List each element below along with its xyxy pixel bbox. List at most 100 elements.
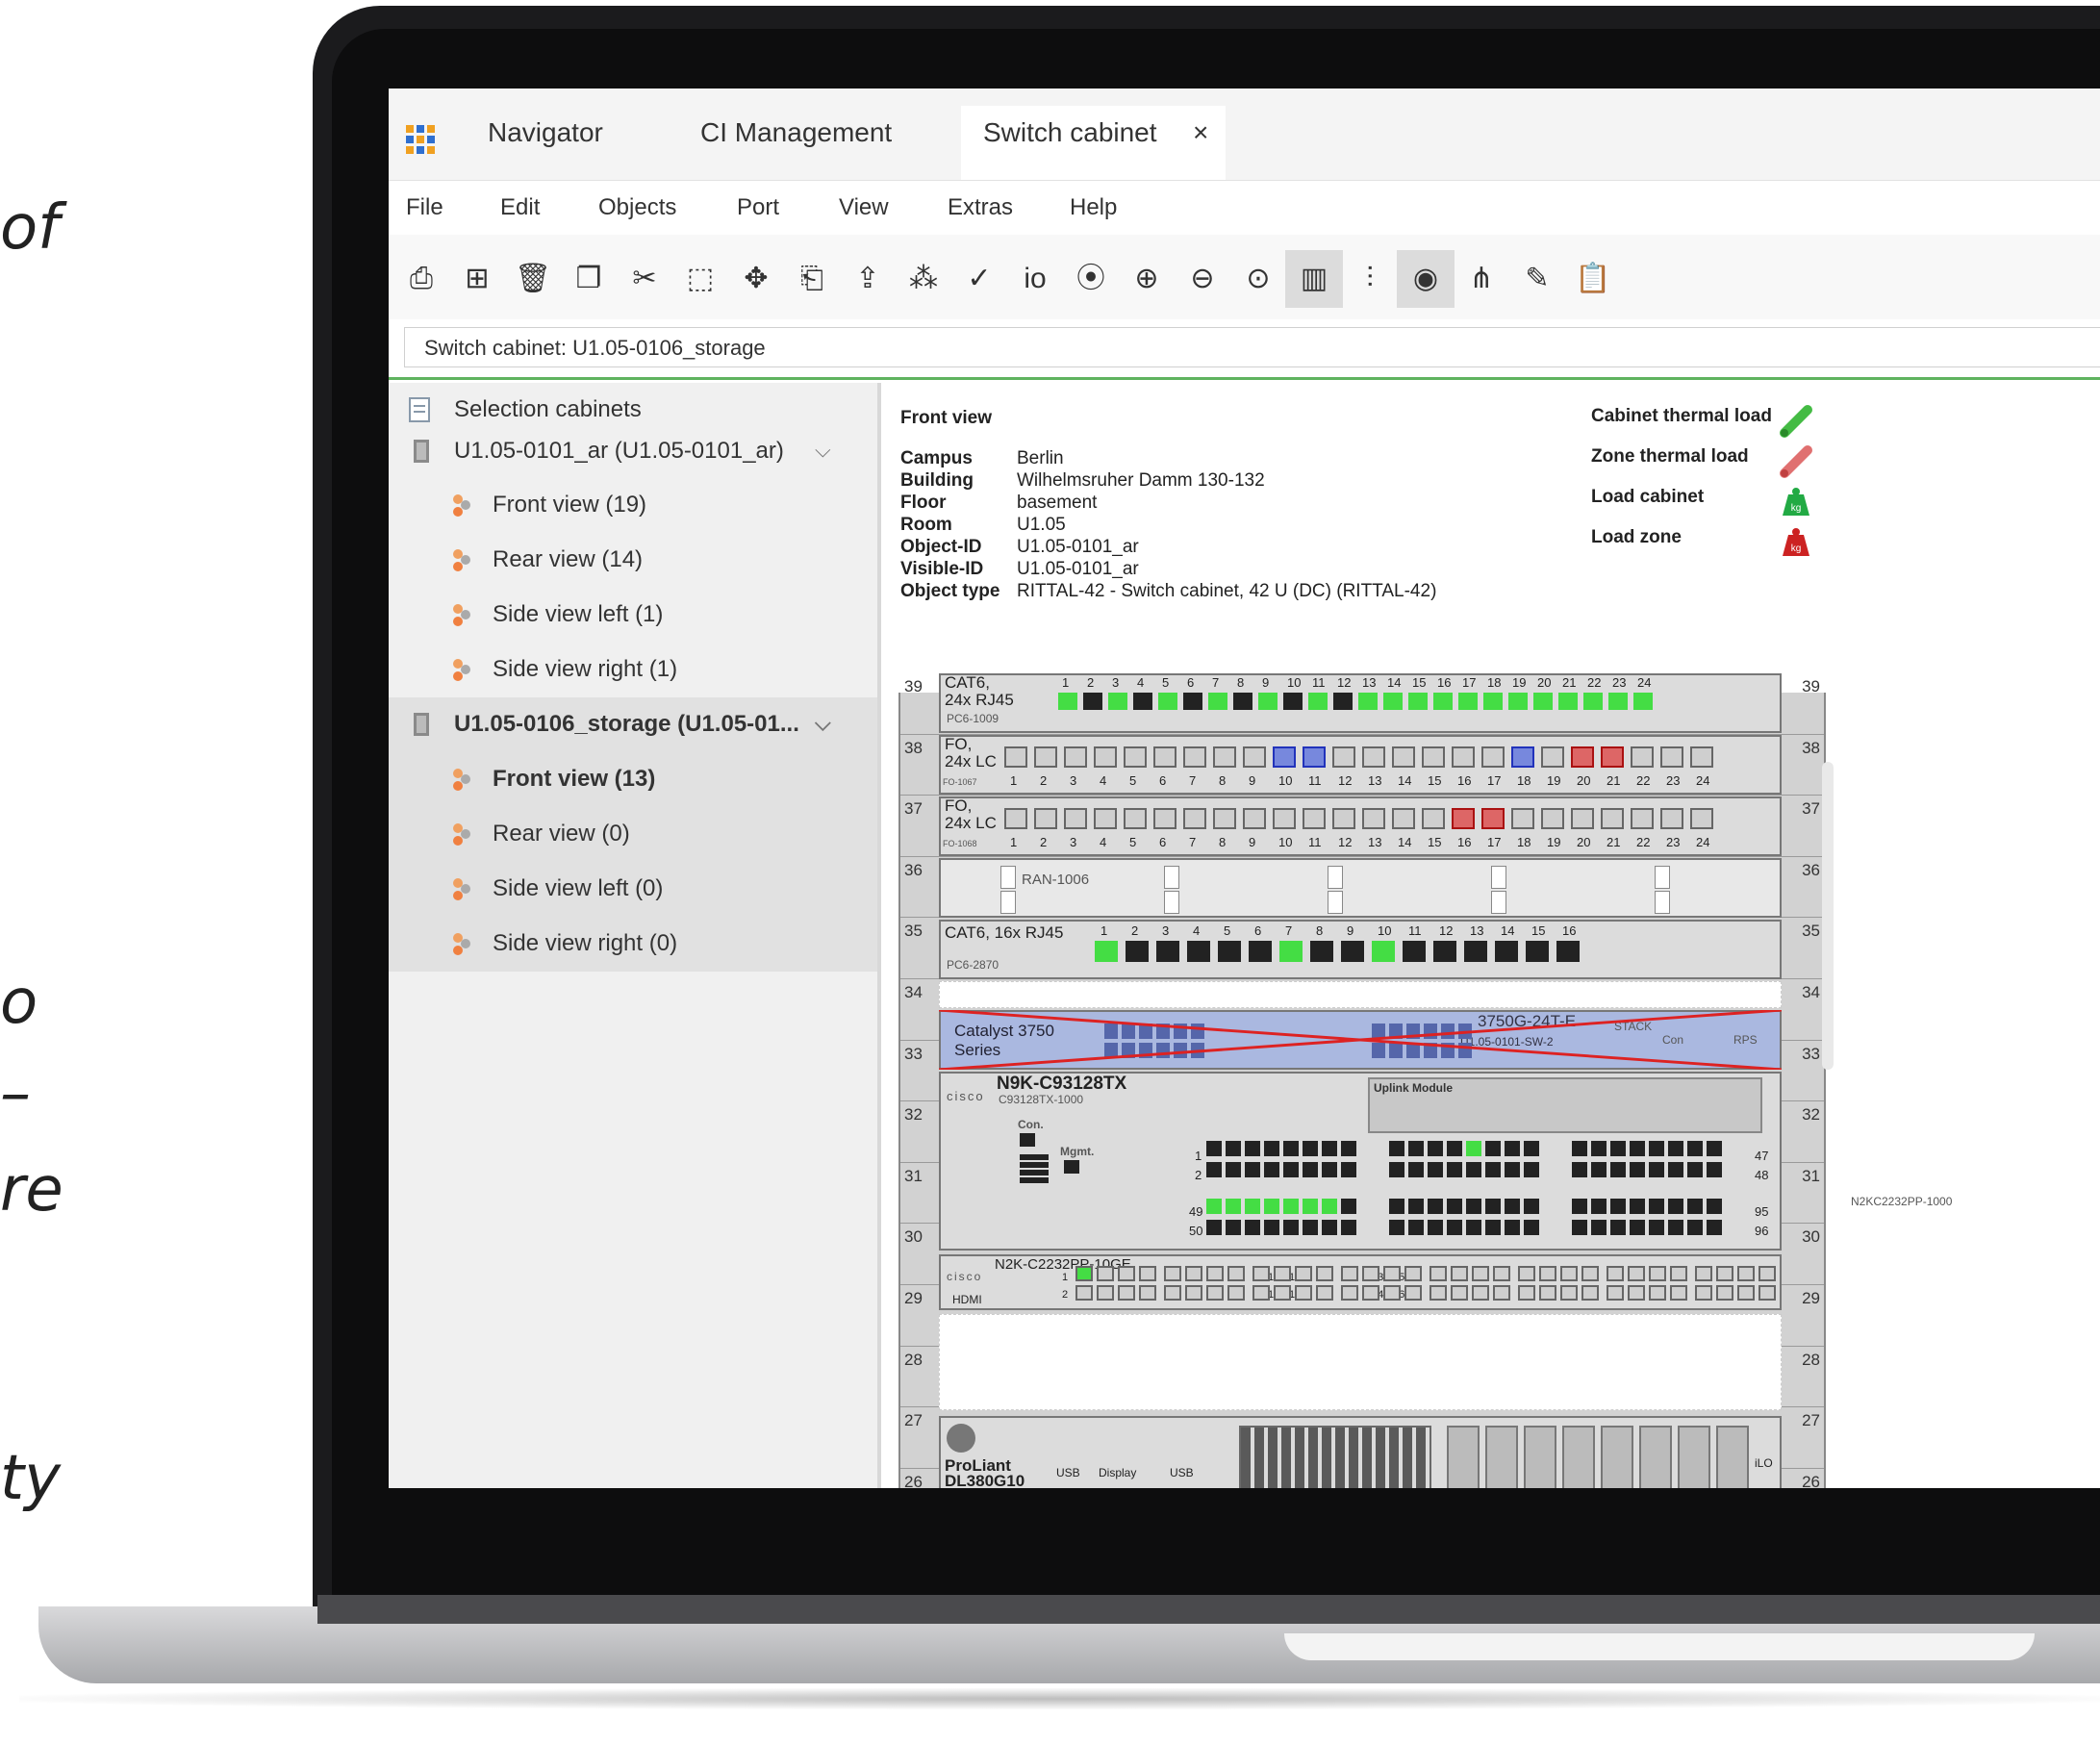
sfp-port[interactable]: [1607, 1266, 1624, 1281]
switch-port[interactable]: [1485, 1220, 1501, 1235]
switch-port[interactable]: [1389, 1141, 1404, 1156]
switch-port[interactable]: [1630, 1162, 1645, 1177]
rj45-port[interactable]: [1133, 693, 1152, 710]
select-icon[interactable]: ⬚: [671, 250, 729, 308]
switch-port[interactable]: [1322, 1162, 1337, 1177]
rj45-port[interactable]: [1183, 693, 1202, 710]
rj45-port[interactable]: [1310, 941, 1333, 962]
sfp-port[interactable]: [1649, 1266, 1666, 1281]
lc-port[interactable]: [1243, 808, 1266, 829]
switch-port[interactable]: [1572, 1220, 1587, 1235]
rj45-port[interactable]: [1208, 693, 1227, 710]
switch-port[interactable]: [1572, 1141, 1587, 1156]
switch-port[interactable]: [1264, 1141, 1279, 1156]
switch-port[interactable]: [1572, 1199, 1587, 1214]
switch-port[interactable]: [1485, 1141, 1501, 1156]
switch-port[interactable]: [1687, 1141, 1703, 1156]
sfp-port[interactable]: [1341, 1285, 1358, 1301]
lc-port[interactable]: [1422, 808, 1445, 829]
drive-bay[interactable]: [1485, 1426, 1518, 1488]
sfp-port[interactable]: [1737, 1285, 1755, 1301]
lc-port[interactable]: [1034, 808, 1057, 829]
sfp-port[interactable]: [1164, 1285, 1181, 1301]
switch-port[interactable]: [1707, 1199, 1722, 1214]
cables-icon[interactable]: ⫶: [1341, 250, 1399, 308]
rj45-port[interactable]: [1341, 941, 1364, 962]
cisco-n9k-switch[interactable]: cisco N9K-C93128TX C93128TX-1000 Uplink Mod…: [939, 1072, 1782, 1251]
lc-port[interactable]: [1571, 746, 1594, 768]
sfp-port[interactable]: [1649, 1285, 1666, 1301]
lc-port[interactable]: [1541, 746, 1564, 768]
switch-port[interactable]: [1206, 1141, 1222, 1156]
rj45-port[interactable]: [1633, 693, 1653, 710]
switch-port[interactable]: [1649, 1220, 1664, 1235]
switch-port[interactable]: [1610, 1199, 1626, 1214]
switch-port[interactable]: [1591, 1220, 1607, 1235]
clipboard-icon[interactable]: 📋: [1564, 250, 1622, 308]
sfp-port[interactable]: [1075, 1266, 1093, 1281]
sfp-port[interactable]: [1628, 1266, 1645, 1281]
switch-port[interactable]: [1466, 1162, 1481, 1177]
lc-port[interactable]: [1273, 808, 1296, 829]
menu-help[interactable]: Help: [1070, 194, 1117, 221]
group-icon[interactable]: ⁂: [895, 250, 952, 308]
switch-port[interactable]: [1591, 1199, 1607, 1214]
switch-port[interactable]: [1447, 1162, 1462, 1177]
zoom-fit-icon[interactable]: ⊙: [1229, 250, 1287, 308]
sfp-port[interactable]: [1097, 1266, 1114, 1281]
menu-file[interactable]: File: [406, 194, 443, 221]
lc-port[interactable]: [1601, 746, 1624, 768]
switch-port[interactable]: [1245, 1141, 1260, 1156]
sfp-port[interactable]: [1539, 1285, 1556, 1301]
rj45-port[interactable]: [1258, 693, 1278, 710]
sfp-port[interactable]: [1581, 1266, 1599, 1281]
zoom-out-icon[interactable]: ⊖: [1174, 250, 1231, 308]
switch-port[interactable]: [1303, 1220, 1318, 1235]
usb-port[interactable]: [1020, 1162, 1049, 1168]
lc-port[interactable]: [1004, 746, 1027, 768]
drive-bay[interactable]: [1639, 1426, 1672, 1488]
export-icon[interactable]: ⇪: [839, 250, 897, 308]
sfp-port[interactable]: [1206, 1266, 1224, 1281]
sfp-port[interactable]: [1404, 1266, 1422, 1281]
tab-navigator[interactable]: Navigator: [488, 117, 603, 148]
cut-icon[interactable]: ✂: [616, 250, 673, 308]
switch-port[interactable]: [1389, 1199, 1404, 1214]
drive-bay[interactable]: [1601, 1426, 1633, 1488]
switch-port[interactable]: [1505, 1220, 1520, 1235]
switch-port[interactable]: [1466, 1199, 1481, 1214]
switch-port[interactable]: [1264, 1199, 1279, 1214]
sfp-port[interactable]: [1628, 1285, 1645, 1301]
patch-panel-fiber-24[interactable]: FO, 24x LC FO-1068 1 2 3 4 5 6 7 8 9 10 11 12 13 14 15 16 1…: [939, 796, 1782, 856]
tree-view-item[interactable]: Side view right (0): [389, 917, 877, 972]
menu-view[interactable]: View: [839, 194, 889, 221]
rj45-port[interactable]: [1483, 693, 1503, 710]
sfp-port[interactable]: [1341, 1266, 1358, 1281]
switch-port[interactable]: [1707, 1220, 1722, 1235]
lc-port[interactable]: [1392, 808, 1415, 829]
switch-port[interactable]: [1687, 1199, 1703, 1214]
sfp-port[interactable]: [1252, 1266, 1270, 1281]
sfp-port[interactable]: [1560, 1266, 1578, 1281]
drive-bay[interactable]: [1678, 1426, 1710, 1488]
switch-port[interactable]: [1245, 1162, 1260, 1177]
lc-port[interactable]: [1631, 808, 1654, 829]
switch-port[interactable]: [1466, 1220, 1481, 1235]
usb-port[interactable]: [1020, 1177, 1049, 1183]
rj45-port[interactable]: [1308, 693, 1328, 710]
switch-port[interactable]: [1572, 1162, 1587, 1177]
edit-icon[interactable]: ✎: [1508, 250, 1566, 308]
switch-port[interactable]: [1206, 1162, 1222, 1177]
sfp-port[interactable]: [1581, 1285, 1599, 1301]
lc-port[interactable]: [1422, 746, 1445, 768]
switch-port[interactable]: [1226, 1141, 1241, 1156]
lc-port[interactable]: [1481, 746, 1505, 768]
switch-port[interactable]: [1283, 1162, 1299, 1177]
switch-port[interactable]: [1524, 1141, 1539, 1156]
lc-port[interactable]: [1332, 746, 1355, 768]
sfp-port[interactable]: [1164, 1266, 1181, 1281]
console-port[interactable]: [1020, 1133, 1035, 1147]
sfp-port[interactable]: [1716, 1266, 1733, 1281]
rj45-port[interactable]: [1464, 941, 1487, 962]
sfp-port[interactable]: [1274, 1285, 1291, 1301]
